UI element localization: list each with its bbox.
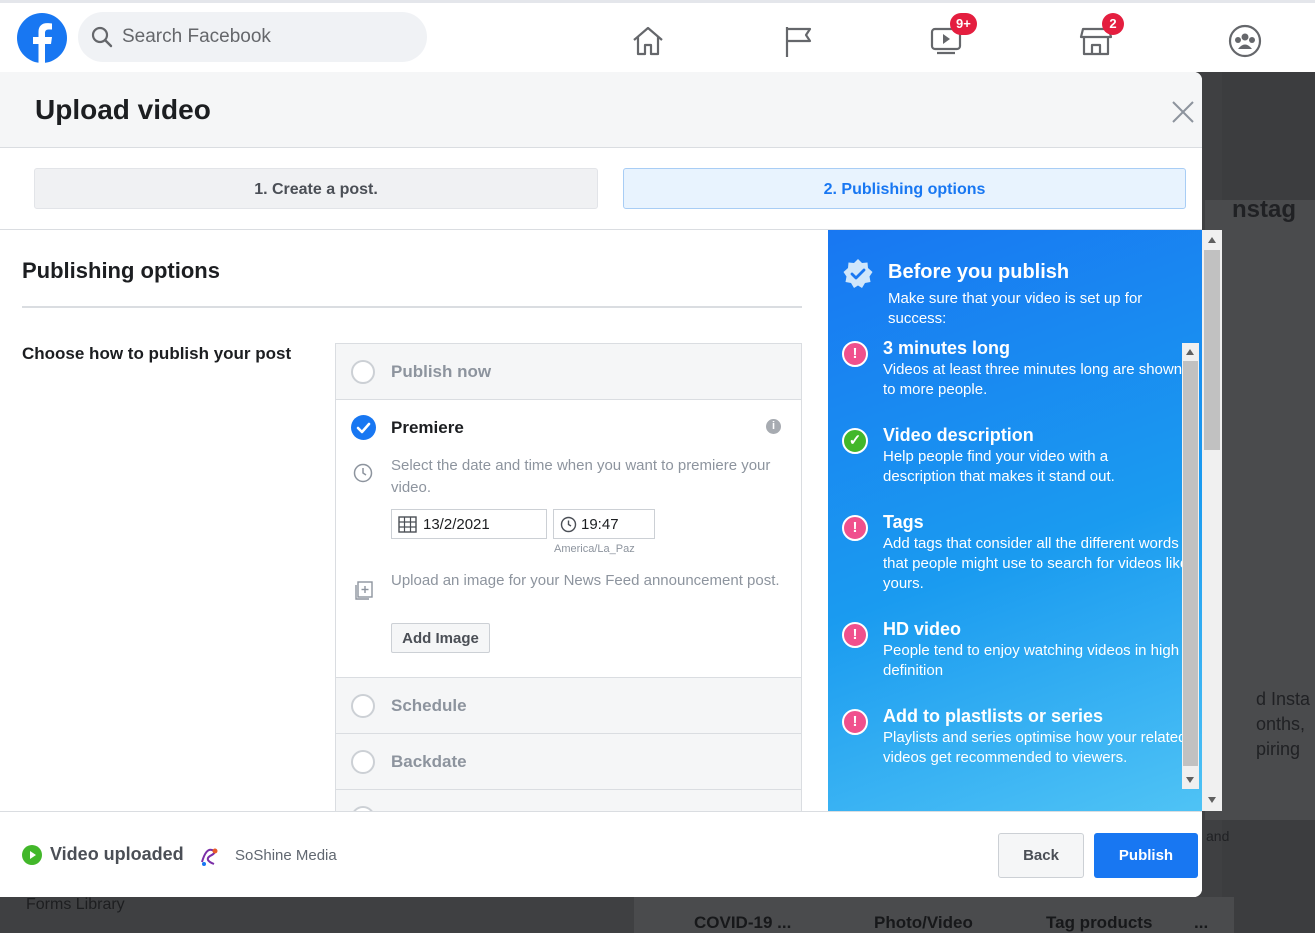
modal-header: Upload video <box>0 72 1202 148</box>
option-label: Backdate <box>391 752 467 771</box>
tip-title: Video description <box>883 425 1034 445</box>
background-text: piring <box>1256 739 1301 759</box>
background-text: nstag <box>1232 196 1297 223</box>
facebook-logo-icon[interactable] <box>17 13 67 63</box>
tip-description: Add tags that consider all the different… <box>883 535 1189 592</box>
watch-notification-badge: 9+ <box>950 13 977 35</box>
option-publish-now[interactable]: Publish now <box>336 344 801 400</box>
scroll-down-arrow-icon[interactable] <box>1186 777 1194 783</box>
marketplace-icon[interactable]: 2 <box>1076 13 1124 61</box>
background-text: onths, <box>1256 714 1306 734</box>
modal-title: Upload video <box>35 94 211 125</box>
play-status-icon <box>22 845 42 865</box>
verified-badge-icon <box>843 259 873 288</box>
tip-title: 3 minutes long <box>883 338 1011 358</box>
page-logo-icon <box>201 848 218 866</box>
panel-scrollbar[interactable] <box>1182 343 1199 789</box>
option-backdate[interactable]: Backdate <box>336 734 801 790</box>
before-you-publish-panel: Before you publish Make sure that your v… <box>828 230 1202 811</box>
checkmark-icon: ✓ <box>842 428 868 454</box>
divider <box>22 306 802 308</box>
scroll-up-arrow-icon[interactable] <box>1208 237 1216 243</box>
scrollbar-thumb[interactable] <box>1183 361 1198 766</box>
publish-options-list: Publish now Premiere i Select the date a… <box>335 343 802 811</box>
background-action: COVID-19 ... <box>694 913 792 932</box>
option-label: Publish now <box>391 362 492 381</box>
background-action: ... <box>1194 913 1209 932</box>
timezone-label: America/La_Paz <box>554 543 635 555</box>
tip-title: HD video <box>883 619 962 639</box>
watch-icon[interactable]: 9+ <box>926 13 977 61</box>
pages-flag-icon[interactable] <box>778 21 818 61</box>
option-schedule[interactable]: Schedule <box>336 678 801 734</box>
image-upload-description: Upload an image for your News Feed annou… <box>391 572 780 589</box>
page-name: SoShine Media <box>235 847 337 864</box>
close-icon[interactable] <box>1170 99 1196 125</box>
search-input[interactable] <box>122 12 412 62</box>
background-text: Forms Library <box>26 896 125 913</box>
modal-scrollbar[interactable] <box>1202 230 1222 811</box>
scrollbar-thumb[interactable] <box>1204 250 1220 450</box>
radio-button[interactable] <box>351 360 375 384</box>
scroll-up-arrow-icon[interactable] <box>1186 349 1194 355</box>
calendar-icon <box>398 516 417 533</box>
back-button[interactable]: Back <box>998 833 1084 878</box>
add-image-icon <box>355 581 373 600</box>
premiere-description: Select the date and time when you want t… <box>391 457 771 496</box>
publish-button[interactable]: Publish <box>1094 833 1198 878</box>
tip-description: Help people find your video with a descr… <box>883 448 1115 485</box>
modal-footer: Video uploaded SoShine Media Back Publis… <box>0 811 1202 897</box>
step-indicator: 1. Create a post. 2. Publishing options <box>0 148 1202 230</box>
warning-icon: ! <box>842 515 868 541</box>
section-title: Publishing options <box>22 258 220 283</box>
tip-title: Add to plastlists or series <box>883 706 1104 726</box>
warning-icon: ! <box>842 622 868 648</box>
top-navigation-bar: 9+ 2 <box>0 0 1315 72</box>
background-post-actions: COVID-19 ... Photo/Video Tag products ..… <box>634 897 1234 933</box>
home-icon[interactable] <box>628 21 668 61</box>
radio-button[interactable] <box>351 694 375 718</box>
warning-icon: ! <box>842 341 868 367</box>
search-icon <box>91 26 113 48</box>
publishing-options-section: Publishing options Choose how to publish… <box>0 230 828 811</box>
search-bar[interactable] <box>78 12 427 62</box>
groups-icon[interactable] <box>1225 21 1265 61</box>
panel-subtitle: Make sure that your video is set up for … <box>888 290 1143 327</box>
info-icon[interactable]: i <box>766 419 781 434</box>
step-create-post[interactable]: 1. Create a post. <box>34 168 598 209</box>
tip-title: Tags <box>883 512 924 532</box>
choose-publish-label: Choose how to publish your post <box>22 344 292 363</box>
clock-icon <box>560 516 577 533</box>
tip-description: Playlists and series optimise how your r… <box>883 729 1187 766</box>
marketplace-notification-badge: 2 <box>1102 13 1124 35</box>
step-publishing-options[interactable]: 2. Publishing options <box>623 168 1186 209</box>
background-action: Tag products <box>1046 913 1153 932</box>
option-label: Schedule <box>391 696 467 715</box>
add-image-button[interactable]: Add Image <box>391 623 490 653</box>
time-value: 19:47 <box>581 516 619 533</box>
warning-icon: ! <box>842 709 868 735</box>
panel-title: Before you publish <box>888 261 1070 283</box>
clock-icon <box>353 463 373 483</box>
tip-description: People tend to enjoy watching videos in … <box>883 642 1180 679</box>
date-value: 13/2/2021 <box>423 516 490 533</box>
background-text: d Insta <box>1256 689 1311 709</box>
checked-radio-icon[interactable] <box>351 415 376 440</box>
background-action: Photo/Video <box>874 913 973 932</box>
option-label: Premiere <box>391 418 464 437</box>
time-input[interactable]: 19:47 <box>553 509 655 539</box>
radio-button[interactable] <box>351 750 375 774</box>
background-text: and <box>1206 828 1230 844</box>
scroll-down-arrow-icon[interactable] <box>1208 797 1216 803</box>
option-premiere: Premiere i Select the date and time when… <box>336 400 801 678</box>
date-input[interactable]: 13/2/2021 <box>391 509 547 539</box>
tip-description: Videos at least three minutes long are s… <box>883 361 1183 398</box>
upload-status: Video uploaded <box>50 844 184 864</box>
upload-video-modal: Upload video 1. Create a post. 2. Publis… <box>0 72 1202 897</box>
option-more[interactable] <box>336 790 801 811</box>
